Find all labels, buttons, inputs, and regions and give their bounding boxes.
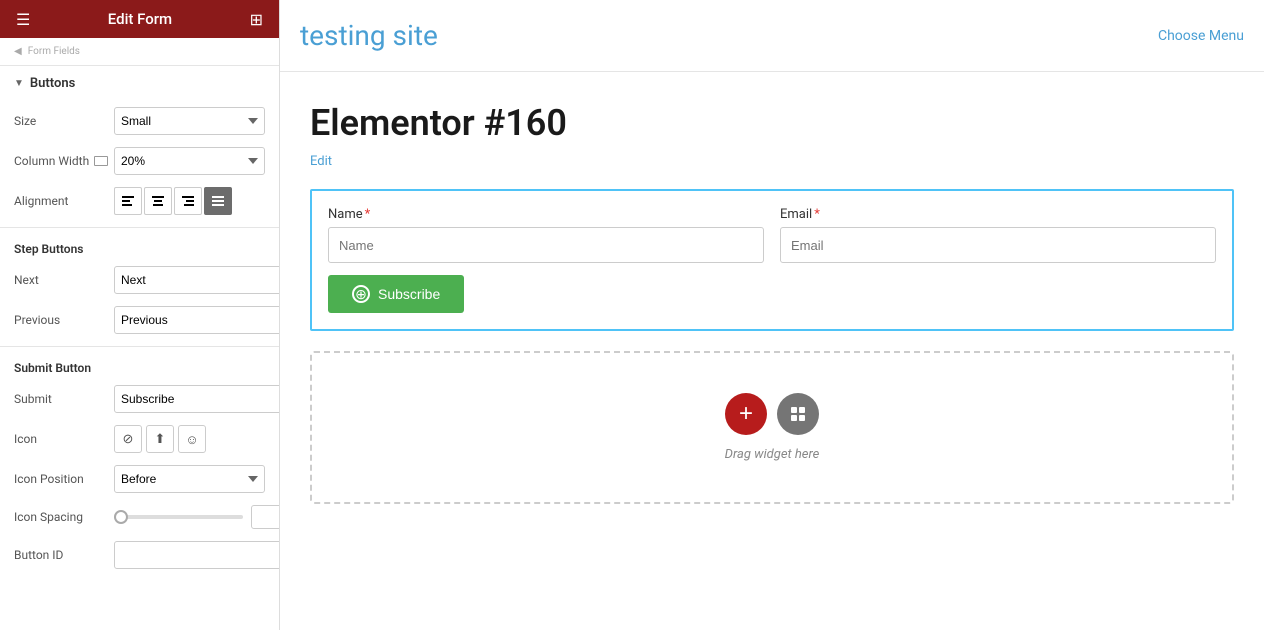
panel-content: ◀ Form Fields ▼ Buttons Size Small Mediu… — [0, 38, 279, 630]
align-center-btn[interactable] — [144, 187, 172, 215]
icon-upload-btn[interactable]: ⬆ — [146, 425, 174, 453]
edit-link[interactable]: Edit — [310, 154, 332, 169]
alignment-label: Alignment — [14, 194, 114, 208]
button-id-row: Button ID — [0, 535, 279, 575]
form-fields-label: Form Fields — [28, 46, 80, 57]
site-name: testing site — [300, 19, 438, 52]
drag-widget-button[interactable] — [777, 393, 819, 435]
alignment-icon — [73, 196, 87, 206]
email-required: * — [814, 207, 820, 222]
email-input[interactable] — [780, 227, 1216, 263]
submit-row: Submit — [0, 379, 279, 419]
name-field: Name* — [328, 207, 764, 263]
subscribe-button[interactable]: ⊕ Subscribe — [328, 275, 464, 313]
page-title: Elementor #160 — [310, 102, 1234, 144]
align-left-btn[interactable] — [114, 187, 142, 215]
button-id-input[interactable] — [114, 541, 279, 569]
submit-input[interactable] — [114, 385, 279, 413]
form-fields-row: Name* Email* — [328, 207, 1216, 263]
hamburger-icon[interactable]: ☰ — [16, 10, 30, 29]
form-container: Name* Email* ⊕ Subscribe — [310, 189, 1234, 331]
icon-spacing-label: Icon Spacing — [14, 510, 114, 524]
column-width-select[interactable]: 20% 10% 30% 40% 50% — [114, 147, 265, 175]
email-field-label: Email* — [780, 207, 1216, 222]
panel-title: Edit Form — [30, 10, 249, 28]
step-buttons-title: Step Buttons — [0, 234, 279, 260]
icon-label: Icon — [14, 432, 114, 446]
top-bar: testing site Choose Menu — [280, 0, 1264, 72]
subscribe-btn-icon: ⊕ — [352, 285, 370, 303]
choose-menu-link[interactable]: Choose Menu — [1158, 28, 1244, 44]
name-required: * — [365, 207, 371, 222]
size-row: Size Small Medium Large — [0, 101, 279, 141]
next-row: Next — [0, 260, 279, 300]
icon-spacing-slider[interactable] — [114, 515, 243, 519]
icon-spacing-slider-container — [114, 505, 279, 529]
icon-spacing-value[interactable] — [251, 505, 279, 529]
next-label: Next — [14, 273, 114, 287]
previous-input[interactable] — [114, 306, 279, 334]
icon-remove-btn[interactable]: ⊘ — [114, 425, 142, 453]
button-id-label: Button ID — [14, 548, 114, 562]
icon-position-label: Icon Position — [14, 472, 114, 486]
previous-row: Previous — [0, 300, 279, 340]
name-input[interactable] — [328, 227, 764, 263]
column-width-row: Column Width 20% 10% 30% 40% 50% — [0, 141, 279, 181]
buttons-section-header[interactable]: ▼ Buttons — [0, 66, 279, 101]
chevron-icon: ▼ — [14, 78, 24, 89]
size-select[interactable]: Small Medium Large — [114, 107, 265, 135]
icon-position-select[interactable]: Before After — [114, 465, 265, 493]
drag-zone: + Drag widget here — [310, 351, 1234, 504]
buttons-section-label: Buttons — [30, 76, 75, 91]
previous-label: Previous — [14, 313, 114, 327]
submit-label: Submit — [14, 392, 114, 406]
form-fields-link[interactable]: ◀ Form Fields — [0, 38, 279, 66]
column-width-label: Column Width — [14, 154, 114, 168]
drag-add-button[interactable]: + — [725, 393, 767, 435]
name-field-label: Name* — [328, 207, 764, 222]
right-panel: testing site Choose Menu Elementor #160 … — [280, 0, 1264, 630]
icon-position-row: Icon Position Before After — [0, 459, 279, 499]
content-area: Elementor #160 Edit Name* Email* — [280, 72, 1264, 630]
divider-1 — [0, 227, 279, 228]
alignment-buttons — [114, 187, 232, 215]
icon-select-btn[interactable]: ☺ — [178, 425, 206, 453]
column-icon — [94, 156, 108, 166]
drag-zone-buttons: + — [725, 393, 819, 435]
icon-buttons: ⊘ ⬆ ☺ — [114, 425, 206, 453]
left-panel: ☰ Edit Form ⊞ ◀ Form Fields ▼ Buttons Si… — [0, 0, 280, 630]
size-label: Size — [14, 114, 114, 128]
panel-header: ☰ Edit Form ⊞ — [0, 0, 279, 38]
icon-spacing-row: Icon Spacing — [0, 499, 279, 535]
drag-label: Drag widget here — [725, 447, 820, 462]
email-field: Email* — [780, 207, 1216, 263]
grid-icon[interactable]: ⊞ — [250, 10, 263, 29]
divider-2 — [0, 346, 279, 347]
next-input[interactable] — [114, 266, 279, 294]
icon-row: Icon ⊘ ⬆ ☺ — [0, 419, 279, 459]
align-justify-btn[interactable] — [204, 187, 232, 215]
submit-button-title: Submit Button — [0, 353, 279, 379]
subscribe-btn-label: Subscribe — [378, 286, 440, 302]
align-right-btn[interactable] — [174, 187, 202, 215]
alignment-row: Alignment — [0, 181, 279, 221]
